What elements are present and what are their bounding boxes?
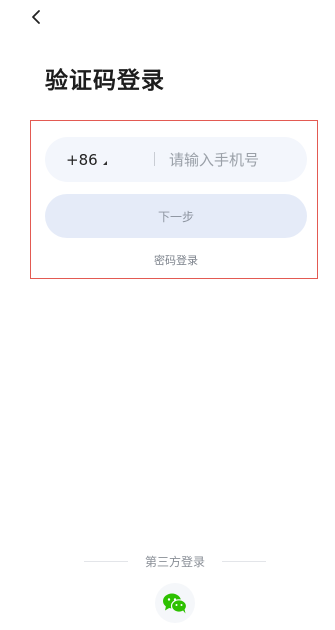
phone-input[interactable] <box>169 137 299 182</box>
chevron-left-icon <box>32 10 40 24</box>
password-login-link[interactable]: 密码登录 <box>0 252 335 268</box>
page-title: 验证码登录 <box>45 68 165 94</box>
caret-down-icon <box>102 161 107 165</box>
field-divider <box>154 152 155 166</box>
wechat-icon <box>163 593 188 614</box>
third-party-divider: 第三方登录 <box>84 552 266 570</box>
divider-line-right <box>221 560 266 562</box>
back-button[interactable] <box>26 6 48 28</box>
next-button[interactable]: 下一步 <box>45 194 307 238</box>
phone-field: +86 <box>45 137 307 182</box>
login-screen: 验证码登录 +86 下一步 密码登录 第三方登录 <box>0 0 335 630</box>
third-party-label: 第三方登录 <box>144 554 205 569</box>
wechat-login-button[interactable] <box>155 583 195 623</box>
country-code-selector[interactable]: +86 <box>66 137 107 182</box>
divider-line-left <box>84 560 128 562</box>
country-code-label: +86 <box>66 150 98 169</box>
